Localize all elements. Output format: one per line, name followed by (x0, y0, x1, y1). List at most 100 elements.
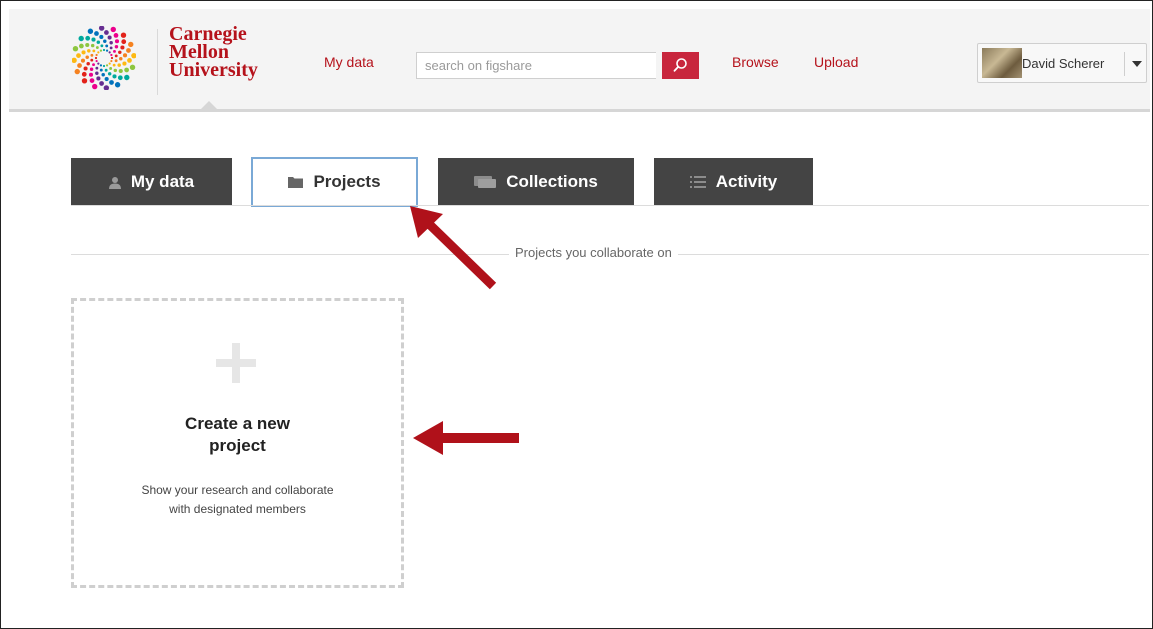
logo-dot (118, 68, 123, 74)
logo-dot (78, 35, 84, 42)
logo-dot (120, 32, 127, 38)
logo-dot (89, 78, 95, 83)
logo-dot (96, 76, 101, 81)
logo-dot (108, 51, 111, 54)
user-menu-divider (1124, 52, 1125, 76)
logo-dot (121, 39, 127, 45)
cmu-logo-icon[interactable] (72, 26, 136, 90)
create-desc-line-1: Show your research and collaborate (141, 483, 334, 497)
search-bar (416, 52, 699, 79)
logo-dot (107, 35, 112, 40)
plus-icon (216, 343, 256, 383)
tab-collections-label: Collections (506, 172, 598, 191)
user-icon (108, 176, 121, 189)
section-heading: Projects you collaborate on (509, 245, 678, 260)
university-logo-text[interactable]: Carnegie Mellon University (169, 24, 279, 81)
create-desc-line-2: with designated members (169, 502, 306, 516)
search-input[interactable] (416, 52, 656, 79)
tab-my-data-label: My data (130, 172, 195, 191)
logo-dot (85, 35, 91, 41)
logo-dot (112, 74, 117, 79)
logo-dot (95, 59, 98, 63)
logo-dot (114, 54, 118, 58)
logo-dot (117, 75, 123, 81)
logo-dot (104, 76, 109, 82)
logo-dot (87, 28, 94, 34)
logo-dot (76, 53, 81, 58)
logo-dot (81, 71, 87, 77)
logo-dot (117, 63, 121, 67)
logo-dot (83, 66, 88, 71)
logo-dot (92, 49, 96, 53)
caret-down-icon[interactable] (1132, 61, 1142, 67)
tab-projects[interactable]: Projects (251, 157, 418, 207)
create-project-description: Show your research and collaborate with … (104, 481, 371, 519)
folder-icon (288, 176, 304, 188)
create-title-line-2: project (209, 436, 266, 455)
logo-dot (110, 56, 114, 60)
logo-dot (99, 64, 103, 67)
nav-browse-link[interactable]: Browse (732, 54, 779, 70)
logo-dot (90, 53, 94, 57)
logo-dot (114, 44, 119, 49)
logo-dot (104, 30, 109, 35)
logo-dot (107, 72, 112, 76)
create-project-card[interactable]: Create a new project Show your research … (71, 298, 404, 588)
tabs-baseline (71, 205, 1149, 206)
logo-dot (81, 50, 86, 55)
logo-dot (114, 59, 118, 63)
logo-dot (95, 66, 99, 70)
logo-dot (94, 56, 98, 60)
nav-pointer-icon (201, 101, 217, 109)
logo-dot (92, 83, 98, 90)
search-button[interactable] (662, 52, 699, 79)
logo-dot (114, 82, 121, 88)
logo-line-3: University (169, 59, 258, 81)
logo-dot (109, 46, 113, 50)
nav-my-data-link[interactable]: My data (324, 54, 374, 70)
logo-dot (99, 81, 104, 86)
tab-my-data[interactable]: My data (71, 158, 232, 206)
site-header: Carnegie Mellon University My data Brows… (9, 9, 1150, 112)
logo-dot (103, 39, 107, 43)
logo-dot (95, 71, 99, 75)
logo-dot (97, 51, 100, 54)
logo-dot (122, 53, 128, 58)
logo-dot (112, 63, 116, 67)
tab-collections[interactable]: Collections (438, 158, 634, 206)
avatar (982, 48, 1022, 78)
logo-dot (99, 49, 103, 52)
nav-upload-link[interactable]: Upload (814, 54, 858, 70)
logo-dot (102, 48, 106, 52)
logo-dot (119, 57, 123, 61)
user-menu[interactable]: David Scherer (977, 43, 1147, 83)
logo-dot (122, 61, 127, 66)
logo-dot (96, 40, 101, 44)
annotation-arrow-create-icon (413, 421, 519, 455)
user-name: David Scherer (1022, 56, 1105, 71)
logo-dot (80, 58, 86, 63)
logo-dot (127, 58, 132, 63)
logo-dot (102, 64, 106, 68)
logo-dot (101, 73, 105, 77)
logo-dot (92, 63, 95, 67)
logo-dot (72, 46, 79, 52)
logo-dot (120, 45, 125, 50)
logo-dot (86, 61, 90, 66)
logo-dot (95, 46, 99, 49)
list-icon (689, 176, 706, 188)
logo-dot (98, 26, 105, 31)
logo-dot (109, 67, 113, 70)
tab-activity[interactable]: Activity (654, 158, 813, 206)
logo-dot (110, 59, 113, 63)
logo-dot (99, 68, 103, 72)
logo-dot (77, 63, 82, 68)
logo-dot (118, 50, 122, 55)
logo-dot (108, 62, 111, 65)
logo-dot (103, 85, 110, 90)
logo-dot (124, 67, 129, 73)
logo-dot (95, 53, 98, 57)
tab-projects-label: Projects (313, 172, 381, 191)
logo-dot (129, 64, 136, 70)
create-project-title: Create a new project (74, 413, 401, 457)
